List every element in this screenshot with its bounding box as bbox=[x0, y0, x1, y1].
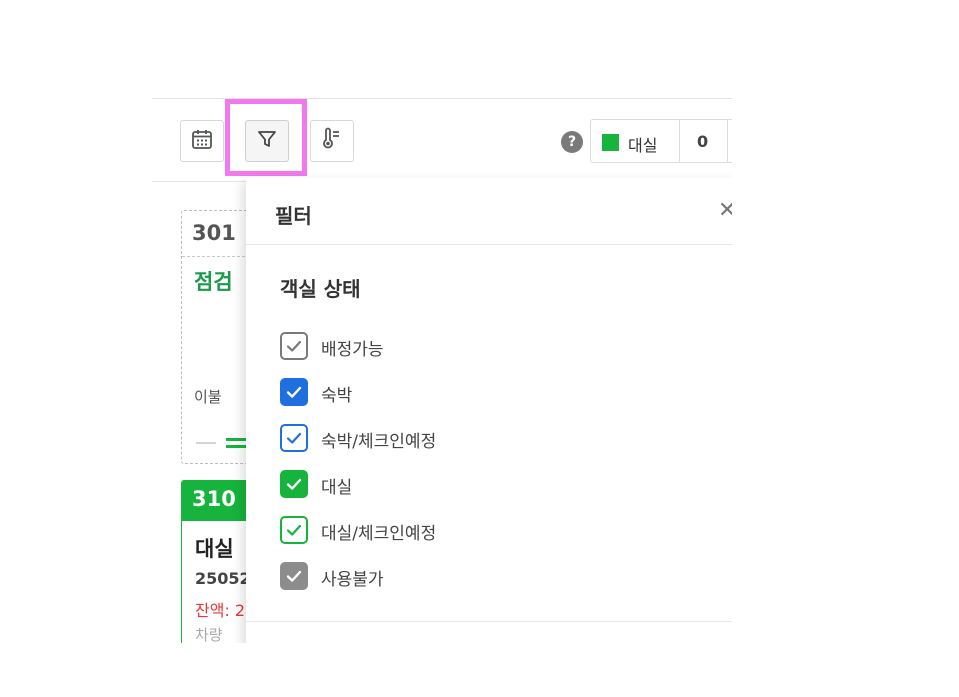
checkbox[interactable] bbox=[280, 424, 308, 452]
room-number: 301 bbox=[192, 221, 236, 245]
calendar-button[interactable] bbox=[180, 120, 224, 162]
filter-highlight-box bbox=[225, 99, 307, 176]
vehicle-text: 차량 bbox=[195, 626, 223, 643]
checkbox[interactable] bbox=[280, 378, 308, 406]
help-icon[interactable]: ? bbox=[561, 131, 583, 153]
thermometer-button[interactable] bbox=[310, 120, 354, 162]
option-label: 숙박 bbox=[321, 386, 353, 406]
check-icon bbox=[286, 524, 302, 536]
close-icon[interactable]: ✕ bbox=[718, 198, 732, 223]
checkbox[interactable] bbox=[280, 332, 308, 360]
panel-header-divider bbox=[246, 244, 732, 245]
check-icon bbox=[286, 478, 302, 490]
calendar-icon bbox=[191, 128, 213, 154]
legend-count: 0 bbox=[697, 132, 709, 151]
legend-divider bbox=[679, 120, 680, 162]
room-number: 310 bbox=[192, 487, 236, 511]
check-icon bbox=[286, 432, 302, 444]
check-icon bbox=[286, 386, 302, 398]
check-icon bbox=[286, 570, 302, 582]
room-note: 이불 bbox=[194, 388, 222, 406]
room-status: 대실 bbox=[195, 537, 234, 561]
panel-footer-divider bbox=[246, 621, 732, 622]
legend-label: 대실 bbox=[628, 136, 658, 155]
panel-title: 필터 bbox=[275, 204, 312, 228]
status-indicator-gray bbox=[196, 442, 216, 444]
section-title-room-status: 객실 상태 bbox=[280, 277, 361, 301]
option-label: 대실 bbox=[321, 478, 353, 498]
checkbox[interactable] bbox=[280, 516, 308, 544]
checkbox[interactable] bbox=[280, 470, 308, 498]
toolbar: ? 대실 0 bbox=[152, 99, 732, 182]
room-status: 점검 bbox=[194, 270, 233, 294]
legend-daesil[interactable]: 대실 0 bbox=[590, 119, 732, 163]
option-label: 대실/체크인예정 bbox=[321, 524, 437, 544]
legend-divider bbox=[727, 120, 728, 162]
legend-swatch bbox=[602, 134, 619, 151]
balance-text: 잔액: 2 bbox=[195, 601, 246, 620]
option-label: 숙박/체크인예정 bbox=[321, 432, 437, 452]
filter-panel: 필터 ✕ 객실 상태 배정가능 숙박 숙박/체크인예정 대실 대실/체크인예정 … bbox=[246, 178, 732, 643]
room-status-app: ? 대실 0 301 점검 이불 310 대실 25052 잔액: 2 차량 필… bbox=[152, 98, 732, 643]
check-icon bbox=[286, 340, 302, 352]
option-label: 배정가능 bbox=[321, 340, 384, 360]
checkbox[interactable] bbox=[280, 562, 308, 590]
option-label: 사용불가 bbox=[321, 570, 384, 590]
thermometer-icon bbox=[320, 127, 344, 155]
reservation-code: 25052 bbox=[195, 569, 251, 588]
